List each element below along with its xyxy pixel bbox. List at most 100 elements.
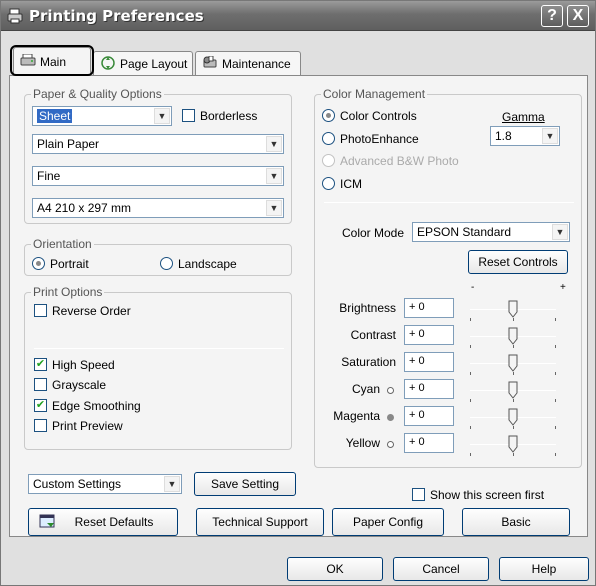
print-options-legend: Print Options — [31, 285, 105, 299]
portrait-radio[interactable] — [32, 257, 45, 270]
slider-thumb[interactable] — [508, 381, 518, 399]
high-speed-label: High Speed — [52, 358, 115, 372]
tab-maintenance-label: Maintenance — [222, 57, 291, 71]
reverse-order-label: Reverse Order — [52, 304, 131, 318]
control-value-magenta[interactable]: + 0 — [404, 406, 454, 426]
chevron-down-icon: ▼ — [266, 200, 282, 216]
custom-settings-select[interactable]: Custom Settings ▼ — [28, 474, 182, 494]
gamma-value: 1.8 — [495, 129, 512, 143]
high-speed-checkbox[interactable]: ✔ — [34, 358, 47, 371]
slider-tick — [555, 345, 556, 348]
cancel-button[interactable]: Cancel — [393, 557, 489, 581]
color-management-legend: Color Management — [321, 87, 428, 101]
paper-size-value: A4 210 x 297 mm — [37, 201, 132, 215]
photoenhance-radio[interactable] — [322, 132, 335, 145]
chevron-down-icon: ▼ — [542, 128, 558, 144]
tab-maintenance[interactable]: Maintenance — [195, 51, 301, 75]
slider-tick — [555, 426, 556, 429]
reset-defaults-label: Reset Defaults — [74, 515, 154, 529]
media-type-select[interactable]: Plain Paper ▼ — [32, 134, 284, 154]
tab-main-label: Main — [40, 55, 67, 69]
printer-icon — [20, 54, 36, 66]
edge-smoothing-checkbox[interactable]: ✔ — [34, 399, 47, 412]
advanced-bw-label: Advanced B&W Photo — [340, 154, 459, 168]
chevron-down-icon: ▼ — [552, 224, 568, 240]
color-mode-label: Color Mode — [342, 226, 405, 240]
paper-source-value: Sheet — [37, 109, 73, 123]
slider-tick — [470, 399, 471, 402]
main-tab-panel: Paper & Quality Options Sheet ▼ Borderle… — [9, 75, 588, 537]
basic-button[interactable]: Basic — [462, 508, 570, 536]
slider-thumb[interactable] — [508, 354, 518, 372]
reset-controls-button[interactable]: Reset Controls — [468, 250, 568, 274]
slider-tick — [555, 399, 556, 402]
control-value-contrast[interactable]: + 0 — [404, 325, 454, 345]
grayscale-checkbox[interactable] — [34, 378, 47, 391]
control-value-saturation[interactable]: + 0 — [404, 352, 454, 372]
borderless-checkbox[interactable] — [182, 109, 195, 122]
reset-defaults-button[interactable]: Reset Defaults — [28, 508, 178, 536]
gamma-select[interactable]: 1.8 ▼ — [490, 126, 560, 146]
technical-support-button[interactable]: Technical Support — [196, 508, 324, 536]
control-slider-magenta[interactable] — [470, 408, 556, 430]
slider-tick — [513, 345, 514, 348]
color-mode-select[interactable]: EPSON Standard ▼ — [412, 222, 570, 242]
control-label-magenta: Magenta — [333, 409, 380, 423]
landscape-label: Landscape — [178, 257, 237, 271]
portrait-label: Portrait — [50, 257, 89, 271]
paper-quality-legend: Paper & Quality Options — [31, 87, 164, 101]
quality-select[interactable]: Fine ▼ — [32, 166, 284, 186]
control-slider-saturation[interactable] — [470, 354, 556, 376]
slider-tick — [555, 453, 556, 456]
slider-thumb[interactable] — [508, 435, 518, 453]
tab-main[interactable]: Main — [13, 47, 91, 75]
advanced-bw-radio — [322, 154, 335, 167]
slider-tick — [470, 372, 471, 375]
slider-tick — [555, 318, 556, 321]
control-slider-cyan[interactable] — [470, 381, 556, 403]
paper-source-select[interactable]: Sheet ▼ — [32, 106, 172, 126]
reverse-order-checkbox[interactable] — [34, 304, 47, 317]
icm-radio[interactable] — [322, 177, 335, 190]
orientation-legend: Orientation — [31, 237, 94, 251]
ok-button[interactable]: OK — [287, 557, 383, 581]
chevron-down-icon: ▼ — [266, 168, 282, 184]
save-setting-button[interactable]: Save Setting — [194, 472, 296, 496]
color-controls-radio[interactable] — [322, 109, 335, 122]
gamma-label: Gamma — [502, 110, 545, 124]
print-preview-label: Print Preview — [52, 419, 123, 433]
control-slider-brightness[interactable] — [470, 300, 556, 321]
control-slider-contrast[interactable] — [470, 327, 556, 348]
maintenance-icon — [203, 56, 217, 68]
help-button[interactable]: Help — [499, 557, 589, 581]
media-type-value: Plain Paper — [37, 137, 100, 151]
control-value-yellow[interactable]: + 0 — [404, 433, 454, 453]
slider-ticks — [470, 426, 556, 430]
control-label-cyan: Cyan — [351, 382, 380, 396]
show-first-checkbox[interactable] — [412, 488, 425, 501]
close-button[interactable]: X — [567, 5, 589, 27]
quality-value: Fine — [37, 169, 61, 183]
slider-thumb[interactable] — [508, 327, 518, 345]
slider-tick — [513, 372, 514, 375]
control-slider-yellow[interactable] — [470, 435, 556, 456]
slider-thumb[interactable] — [508, 300, 518, 318]
tab-page-layout[interactable]: Page Layout — [93, 51, 193, 75]
print-preview-checkbox[interactable] — [34, 419, 47, 432]
control-value-cyan[interactable]: + 0 — [404, 379, 454, 399]
slider-tick — [555, 372, 556, 375]
slider-tick — [470, 318, 471, 321]
paper-size-select[interactable]: A4 210 x 297 mm ▼ — [32, 198, 284, 218]
slider-ticks — [470, 399, 556, 403]
chevron-down-icon: ▼ — [266, 136, 282, 152]
chevron-down-icon: ▼ — [164, 476, 180, 492]
landscape-radio[interactable] — [160, 257, 173, 270]
help-title-button[interactable]: ? — [541, 5, 563, 27]
color-separator — [324, 202, 574, 203]
paper-config-button[interactable]: Paper Config — [332, 508, 444, 536]
slider-tick — [513, 453, 514, 456]
slider-ticks — [470, 372, 556, 376]
slider-plus-label: + — [560, 282, 566, 293]
control-value-brightness[interactable]: + 0 — [404, 298, 454, 318]
slider-thumb[interactable] — [508, 408, 518, 426]
